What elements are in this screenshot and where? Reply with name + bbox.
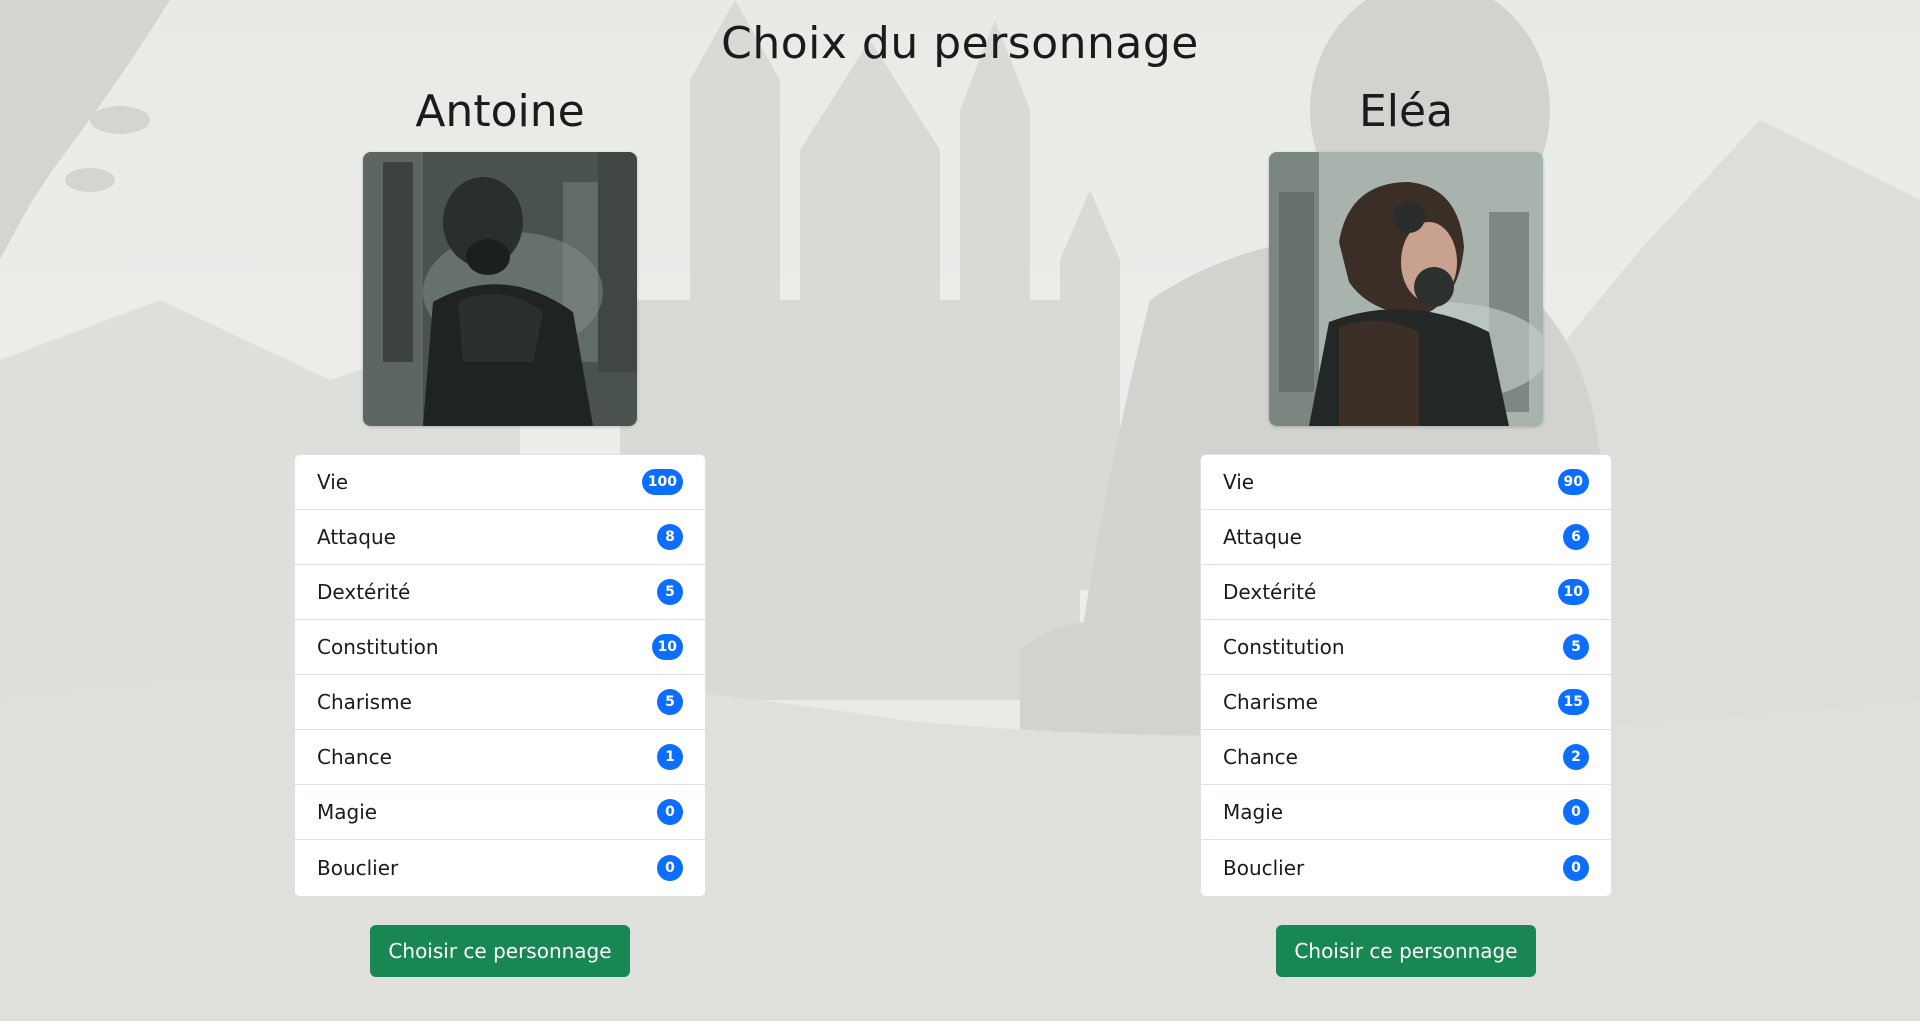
stat-value-badge: 10 bbox=[1557, 579, 1589, 605]
stat-row-vie: Vie 100 bbox=[295, 455, 705, 510]
stat-value-badge: 5 bbox=[1563, 634, 1589, 660]
stat-label: Chance bbox=[317, 745, 392, 769]
gas-mask-man-portrait bbox=[363, 152, 637, 426]
stat-row-magie: Magie 0 bbox=[295, 785, 705, 840]
stat-value-badge: 0 bbox=[1563, 799, 1589, 825]
stat-row-attaque: Attaque 8 bbox=[295, 510, 705, 565]
stat-row-dexterite: Dextérité 5 bbox=[295, 565, 705, 620]
stat-row-charisme: Charisme 5 bbox=[295, 675, 705, 730]
choose-character-button[interactable]: Choisir ce personnage bbox=[1276, 925, 1536, 977]
character-name: Antoine bbox=[415, 86, 585, 137]
stat-label: Constitution bbox=[317, 635, 439, 659]
stat-label: Dextérité bbox=[317, 580, 411, 604]
stat-label: Chance bbox=[1223, 745, 1298, 769]
stat-value-badge: 100 bbox=[641, 469, 683, 495]
stat-row-chance: Chance 1 bbox=[295, 730, 705, 785]
stat-row-magie: Magie 0 bbox=[1201, 785, 1611, 840]
stat-value-badge: 90 bbox=[1557, 469, 1589, 495]
stat-value-badge: 2 bbox=[1563, 744, 1589, 770]
stat-row-charisme: Charisme 15 bbox=[1201, 675, 1611, 730]
stat-label: Charisme bbox=[317, 690, 412, 714]
stat-row-chance: Chance 2 bbox=[1201, 730, 1611, 785]
stat-label: Attaque bbox=[1223, 525, 1302, 549]
stat-row-constitution: Constitution 5 bbox=[1201, 620, 1611, 675]
stat-value-badge: 5 bbox=[657, 689, 683, 715]
page-title: Choix du personnage bbox=[721, 18, 1199, 69]
stat-label: Magie bbox=[1223, 800, 1284, 824]
stat-label: Attaque bbox=[317, 525, 396, 549]
stat-label: Dextérité bbox=[1223, 580, 1317, 604]
stat-label: Bouclier bbox=[1223, 856, 1305, 880]
stat-label: Vie bbox=[1223, 470, 1255, 494]
stat-row-vie: Vie 90 bbox=[1201, 455, 1611, 510]
gas-mask-woman-portrait bbox=[1269, 152, 1543, 426]
stat-value-badge: 15 bbox=[1557, 689, 1589, 715]
stat-value-badge: 0 bbox=[1563, 855, 1589, 881]
stat-value-badge: 5 bbox=[657, 579, 683, 605]
stat-value-badge: 0 bbox=[657, 799, 683, 825]
stats-list: Vie 100 Attaque 8 Dextérité 5 Constituti… bbox=[294, 454, 706, 897]
background-overlay bbox=[0, 0, 1920, 1021]
stat-label: Magie bbox=[317, 800, 378, 824]
stat-row-bouclier: Bouclier 0 bbox=[1201, 840, 1611, 896]
stat-value-badge: 1 bbox=[657, 744, 683, 770]
choose-character-button[interactable]: Choisir ce personnage bbox=[370, 925, 630, 977]
stat-row-dexterite: Dextérité 10 bbox=[1201, 565, 1611, 620]
character-card-antoine: Antoine Vie 100 Attaque 8 Dextérité 5 Co… bbox=[294, 82, 706, 977]
stats-list: Vie 90 Attaque 6 Dextérité 10 Constituti… bbox=[1200, 454, 1612, 897]
stat-row-bouclier: Bouclier 0 bbox=[295, 840, 705, 896]
character-card-elea: Eléa Vie 90 Attaque 6 Dextérité 10 Const… bbox=[1200, 82, 1612, 977]
stat-value-badge: 10 bbox=[651, 634, 683, 660]
stat-value-badge: 6 bbox=[1563, 524, 1589, 550]
stat-label: Vie bbox=[317, 470, 349, 494]
stat-value-badge: 8 bbox=[657, 524, 683, 550]
stat-label: Constitution bbox=[1223, 635, 1345, 659]
stat-row-attaque: Attaque 6 bbox=[1201, 510, 1611, 565]
character-name: Eléa bbox=[1358, 86, 1454, 137]
stat-label: Charisme bbox=[1223, 690, 1318, 714]
stat-value-badge: 0 bbox=[657, 855, 683, 881]
stat-label: Bouclier bbox=[317, 856, 399, 880]
stat-row-constitution: Constitution 10 bbox=[295, 620, 705, 675]
